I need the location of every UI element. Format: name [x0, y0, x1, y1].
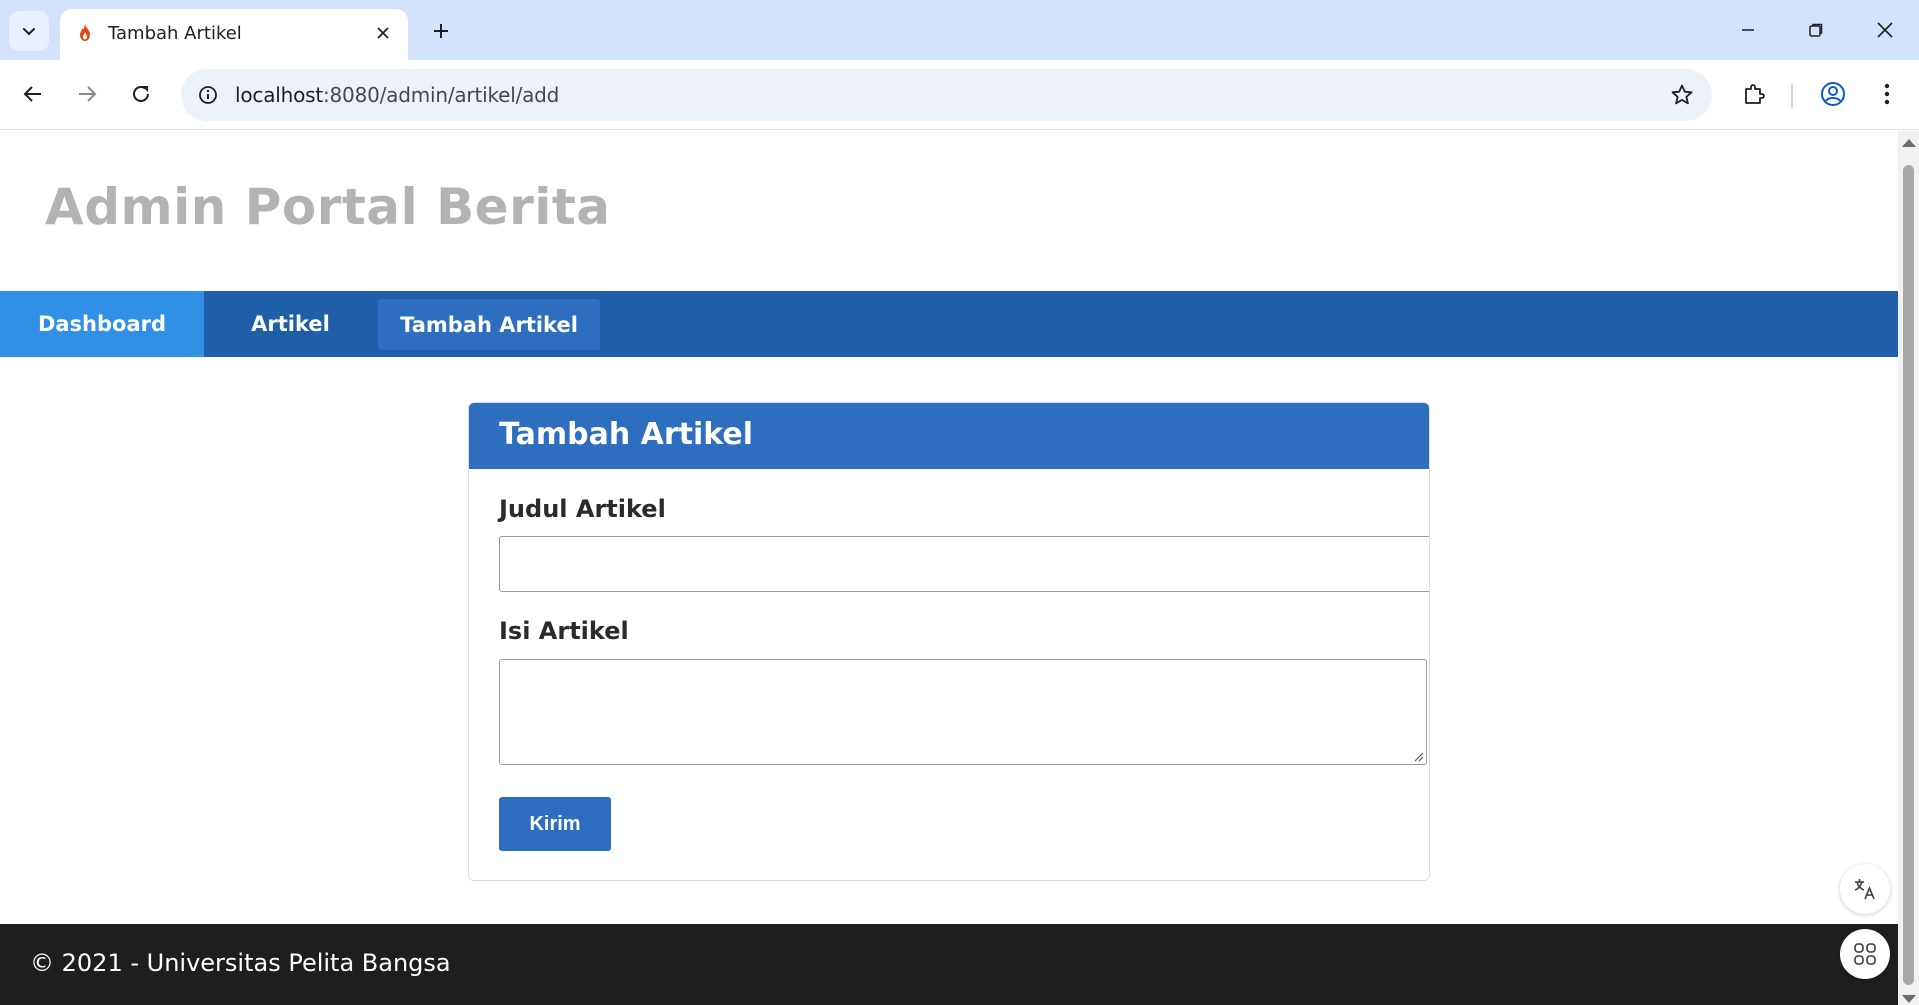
close-icon: [377, 27, 389, 39]
arrow-left-icon: [23, 86, 41, 102]
page-scrollbar[interactable]: [1898, 131, 1919, 1005]
forward-button[interactable]: [67, 74, 107, 114]
info-icon: [199, 86, 217, 104]
restore-button[interactable]: [1794, 8, 1838, 52]
site-info-button[interactable]: [193, 80, 223, 110]
apps-button[interactable]: [1840, 929, 1890, 979]
card-header: Tambah Artikel: [469, 403, 1429, 469]
card-title: Tambah Artikel: [499, 417, 754, 452]
site-title: Admin Portal Berita: [45, 178, 611, 236]
isi-artikel-textarea[interactable]: [499, 659, 1427, 765]
isi-artikel-label: Isi Artikel: [499, 617, 629, 645]
tab-close-button[interactable]: [370, 20, 396, 46]
scroll-up-arrow-icon[interactable]: [1902, 139, 1916, 147]
minimize-icon: [1742, 29, 1754, 31]
flame-icon: [80, 24, 90, 41]
puzzle-icon: [1745, 84, 1765, 104]
extensions-button[interactable]: [1734, 74, 1774, 114]
back-button[interactable]: [13, 74, 53, 114]
reload-icon: [133, 85, 149, 102]
judul-artikel-label: Judul Artikel: [499, 495, 666, 523]
apps-icon: [1854, 943, 1876, 965]
url-text: localhost:8080/admin/artikel/add: [235, 83, 559, 107]
new-tab-button[interactable]: [424, 14, 458, 48]
bookmark-button[interactable]: [1668, 81, 1696, 109]
reload-button[interactable]: [121, 74, 161, 114]
page-footer: © 2021 - Universitas Pelita Bangsa: [0, 924, 1898, 1005]
toolbar-separator: [1791, 84, 1793, 108]
chevron-down-icon: [23, 28, 35, 36]
translate-button[interactable]: [1840, 864, 1890, 914]
browser-menu-button[interactable]: [1867, 74, 1907, 114]
arrow-right-icon: [79, 86, 97, 102]
resize-handle-icon[interactable]: [1412, 750, 1424, 762]
web-page: Admin Portal Berita Dashboard Artikel Ta…: [0, 131, 1898, 1005]
scrollbar-thumb[interactable]: [1903, 165, 1914, 985]
tab-search-button[interactable]: [9, 11, 49, 51]
plus-icon: [434, 24, 448, 38]
judul-artikel-input[interactable]: [499, 536, 1429, 592]
close-icon: [1877, 22, 1893, 38]
url-path: :8080/admin/artikel/add: [322, 83, 560, 107]
star-icon: [1671, 84, 1693, 105]
restore-icon: [1809, 23, 1823, 37]
kebab-menu-icon: [1884, 83, 1890, 105]
profile-icon: [1821, 82, 1845, 106]
minimize-button[interactable]: [1726, 8, 1770, 52]
profile-button[interactable]: [1813, 74, 1853, 114]
footer-copyright: © 2021 - Universitas Pelita Bangsa: [30, 949, 451, 977]
browser-toolbar: localhost:8080/admin/artikel/add: [0, 60, 1919, 130]
tab-title: Tambah Artikel: [108, 23, 242, 44]
browser-tabstrip: Tambah Artikel: [0, 0, 1919, 60]
scroll-down-arrow-icon[interactable]: [1902, 995, 1916, 1003]
main-navbar: Dashboard Artikel Tambah Artikel: [0, 291, 1898, 357]
translate-icon: [1854, 879, 1875, 900]
url-host: localhost: [235, 83, 323, 107]
browser-tab-active[interactable]: Tambah Artikel: [60, 9, 408, 60]
nav-item-tambah-artikel[interactable]: Tambah Artikel: [378, 299, 600, 350]
kirim-button[interactable]: Kirim: [499, 797, 611, 851]
nav-item-dashboard[interactable]: Dashboard: [0, 291, 204, 357]
address-bar[interactable]: localhost:8080/admin/artikel/add: [181, 69, 1712, 121]
add-article-card: Tambah Artikel Judul Artikel Isi Artikel…: [468, 402, 1430, 881]
close-window-button[interactable]: [1863, 8, 1907, 52]
nav-item-artikel[interactable]: Artikel: [204, 291, 377, 357]
